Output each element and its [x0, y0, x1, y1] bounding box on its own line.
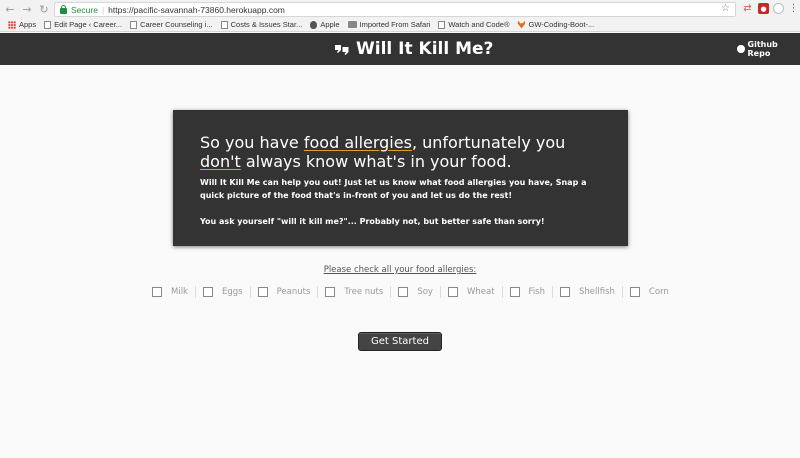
apple-icon — [310, 20, 318, 29]
logo-icon — [335, 45, 349, 55]
bookmark-apple[interactable]: Apple — [310, 20, 340, 29]
allergy-divider — [317, 286, 319, 298]
forward-icon[interactable]: → — [20, 2, 34, 16]
bookmark-label: GW-Coding-Boot-... — [528, 20, 595, 29]
checkbox-corn[interactable] — [629, 287, 640, 297]
hero-paragraph-tagline: You ask yourself "will it kill me?"... P… — [200, 217, 545, 226]
allergy-label: Peanuts — [276, 287, 311, 297]
allergy-option-fish[interactable]: Fish — [509, 287, 545, 297]
folder-icon — [347, 21, 357, 28]
allergy-label: Corn — [648, 287, 669, 297]
get-started-button[interactable]: Get Started — [358, 332, 442, 351]
allergy-option-wheat[interactable]: Wheat — [447, 287, 495, 297]
lock-icon — [60, 4, 67, 14]
reload-icon[interactable]: ↻ — [37, 2, 51, 16]
allergy-label: Tree nuts — [344, 287, 384, 297]
checkbox-eggs[interactable] — [202, 287, 213, 297]
bookmark-costs-issues[interactable]: Costs & Issues Star... — [220, 20, 303, 29]
allergy-divider — [390, 286, 392, 298]
page-icon — [44, 20, 52, 29]
hero-heading-highlight-allergies: food allergies — [303, 133, 412, 152]
bookmark-gw-coding[interactable]: GW-Coding-Boot-... — [517, 20, 594, 29]
bookmark-watch-and-code[interactable]: Watch and Code® — [438, 20, 509, 29]
allergy-option-milk[interactable]: Milk — [152, 287, 188, 297]
bookmark-apps[interactable]: Apps — [8, 20, 36, 29]
hero-card: So you have food allergies, unfortunatel… — [173, 110, 628, 246]
checkbox-milk[interactable] — [152, 287, 162, 297]
allergy-prompt-text: Please check all your food allergies: — [323, 265, 477, 275]
checkbox-shellfish[interactable] — [560, 287, 570, 297]
page-icon — [438, 20, 446, 29]
allergy-option-peanuts[interactable]: Peanuts — [257, 287, 311, 297]
bookmark-label: Career Counseling i... — [140, 20, 213, 29]
allergy-option-corn[interactable]: Corn — [629, 287, 669, 297]
bookmark-label: Edit Page ‹ Career... — [54, 20, 123, 29]
github-label: Github Repo — [747, 40, 778, 58]
allergy-label: Fish — [528, 287, 545, 297]
allergy-label: Eggs — [221, 287, 243, 297]
allergy-label: Shellfish — [579, 287, 615, 297]
extension-circle-icon[interactable] — [773, 3, 784, 14]
allergy-label: Milk — [171, 287, 188, 297]
page-icon — [220, 20, 228, 29]
github-repo-link[interactable]: Github Repo — [737, 40, 800, 58]
hero-paragraph-intro: Will It Kill Me can help you out! Just l… — [200, 178, 587, 200]
checkbox-peanuts[interactable] — [257, 287, 268, 297]
secure-label: Secure — [71, 4, 98, 15]
checkbox-fish[interactable] — [509, 287, 520, 297]
extension-shield-icon[interactable]: ● — [758, 3, 769, 14]
bookmark-star-icon[interactable]: ☆ — [721, 3, 730, 14]
allergy-checkbox-list: Milk Eggs Peanuts Tree nuts Soy Wheat Fi… — [152, 286, 669, 298]
browser-menu-icon[interactable]: ⋮ — [788, 3, 799, 14]
allergy-option-tree-nuts[interactable]: Tree nuts — [325, 287, 383, 297]
checkbox-tree-nuts[interactable] — [325, 287, 336, 297]
checkbox-wheat[interactable] — [447, 287, 458, 297]
extension-arrows-icon[interactable]: ⇄ — [742, 3, 753, 14]
allergy-divider — [552, 286, 553, 298]
allergy-option-soy[interactable]: Soy — [398, 287, 433, 297]
bookmark-imported-safari[interactable]: Imported From Safari — [347, 20, 431, 29]
bookmarks-bar: Apps Edit Page ‹ Career... Career Counse… — [0, 18, 800, 32]
hero-heading-part1: So you have — [200, 133, 304, 152]
gitlab-icon — [517, 20, 526, 29]
site-title: Will It Kill Me? — [356, 39, 494, 59]
allergy-prompt: Please check all your food allergies: — [0, 265, 800, 275]
allergy-divider — [194, 286, 196, 298]
allergy-divider — [501, 286, 503, 298]
bookmark-label: Imported From Safari — [359, 20, 431, 29]
allergy-label: Soy — [417, 287, 433, 297]
bookmark-label: Apps — [19, 20, 37, 29]
allergy-divider — [621, 286, 623, 298]
hero-heading: So you have food allergies, unfortunatel… — [200, 134, 602, 172]
hero-heading-part2: , unfortunately you — [411, 133, 566, 152]
back-icon[interactable]: ← — [3, 2, 17, 16]
hero-heading-part3: always know what's in your food. — [240, 152, 512, 171]
allergy-divider — [249, 286, 251, 298]
github-icon — [737, 45, 745, 53]
bookmark-label: Apple — [320, 20, 340, 29]
allergy-divider — [439, 286, 441, 298]
page-icon — [130, 20, 138, 29]
url-text[interactable]: https://pacific-savannah-73860.herokuapp… — [108, 5, 285, 15]
allergy-label: Wheat — [466, 287, 495, 297]
allergy-option-eggs[interactable]: Eggs — [202, 287, 243, 297]
bookmark-career-counseling[interactable]: Career Counseling i... — [130, 20, 213, 29]
allergy-option-shellfish[interactable]: Shellfish — [560, 287, 615, 297]
address-separator: | — [101, 4, 105, 15]
address-bar[interactable]: Secure | https://pacific-savannah-73860.… — [54, 2, 736, 17]
apps-grid-icon — [8, 20, 16, 29]
bookmark-edit-page[interactable]: Edit Page ‹ Career... — [44, 20, 122, 29]
hero-heading-highlight-dont: don't — [200, 152, 241, 171]
bookmark-label: Costs & Issues Star... — [230, 20, 303, 29]
checkbox-soy[interactable] — [398, 287, 409, 297]
bookmark-label: Watch and Code® — [448, 20, 510, 29]
